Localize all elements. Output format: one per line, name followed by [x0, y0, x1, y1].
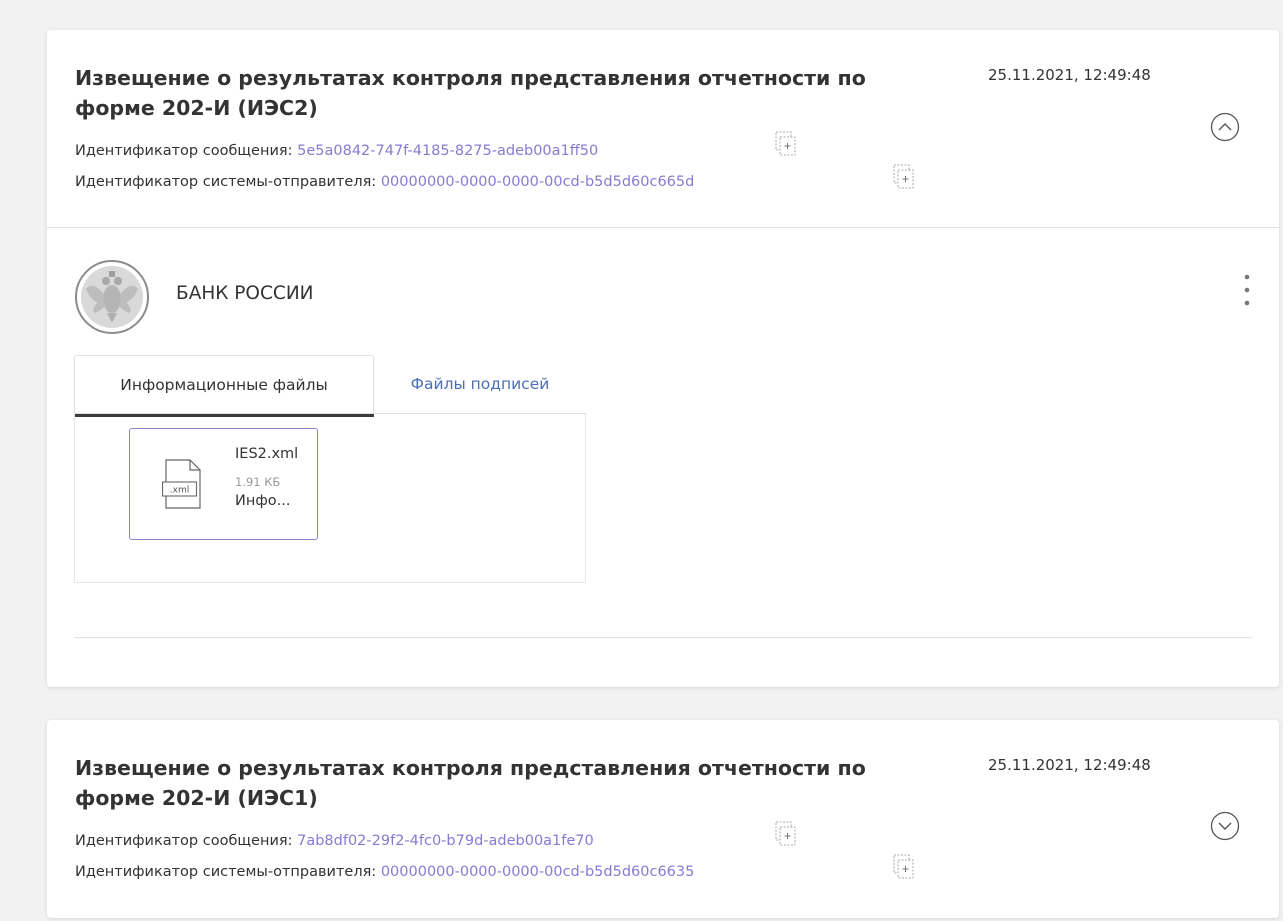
- sender-system-row: Идентификатор системы-отправителя: 00000…: [75, 174, 694, 190]
- message-title: Извещение о результатах контроля предста…: [75, 66, 866, 120]
- message-id-row: Идентификатор сообщения: 7ab8df02-29f2-4…: [75, 833, 594, 849]
- message-date: 25.11.2021, 12:49:48: [988, 756, 1151, 774]
- message-card: Извещение о результатах контроля предста…: [47, 720, 1279, 918]
- chevron-down-circle-icon[interactable]: [1210, 811, 1240, 841]
- chevron-up-circle-icon[interactable]: [1210, 112, 1240, 142]
- sender-system-value[interactable]: 00000000-0000-0000-00cd-b5d5d60c665d: [381, 174, 695, 190]
- sender-name: БАНК РОССИИ: [176, 283, 314, 304]
- tab-information-files[interactable]: Информационные файлы: [74, 355, 374, 417]
- bank-of-russia-emblem-icon: [75, 260, 149, 334]
- sender-system-label: Идентификатор системы-отправителя:: [75, 174, 377, 190]
- message-id-value[interactable]: 7ab8df02-29f2-4fc0-b79d-adeb00a1fe70: [297, 833, 594, 849]
- file-tabs: Информационные файлы Файлы подписей: [74, 355, 586, 417]
- message-id-label: Идентификатор сообщения:: [75, 833, 293, 849]
- message-id-value[interactable]: 5e5a0842-747f-4185-8275-adeb00a1ff50: [297, 143, 598, 159]
- file-name: IES2.xml: [235, 446, 299, 462]
- file-extension-label: .xml: [170, 486, 189, 496]
- message-header[interactable]: Извещение о результатах контроля предста…: [47, 720, 1279, 917]
- xml-file-icon: .xml: [162, 459, 201, 509]
- file-type: Инфо...: [235, 493, 291, 509]
- message-header[interactable]: Извещение о результатах контроля предста…: [47, 30, 1279, 227]
- message-date: 25.11.2021, 12:49:48: [988, 66, 1151, 84]
- copy-icon[interactable]: [775, 821, 797, 847]
- header-divider: [47, 227, 1279, 228]
- sender-system-value[interactable]: 00000000-0000-0000-00cd-b5d5d60c6635: [381, 864, 695, 880]
- sender-system-row: Идентификатор системы-отправителя: 00000…: [75, 864, 694, 880]
- tab-signature-files[interactable]: Файлы подписей: [374, 355, 586, 413]
- file-size: 1.91 КБ: [235, 475, 281, 489]
- sender-system-label: Идентификатор системы-отправителя:: [75, 864, 377, 880]
- message-title: Извещение о результатах контроля предста…: [75, 756, 866, 810]
- message-id-row: Идентификатор сообщения: 5e5a0842-747f-4…: [75, 143, 598, 159]
- section-divider: [74, 637, 1252, 638]
- message-id-label: Идентификатор сообщения:: [75, 143, 293, 159]
- copy-icon[interactable]: [893, 854, 915, 880]
- message-card: Извещение о результатах контроля предста…: [47, 30, 1279, 687]
- copy-icon[interactable]: [775, 131, 797, 157]
- more-options-icon[interactable]: [1237, 270, 1257, 310]
- copy-icon[interactable]: [893, 164, 915, 190]
- file-tile[interactable]: .xml IES2.xml 1.91 КБ Инфо...: [129, 428, 318, 540]
